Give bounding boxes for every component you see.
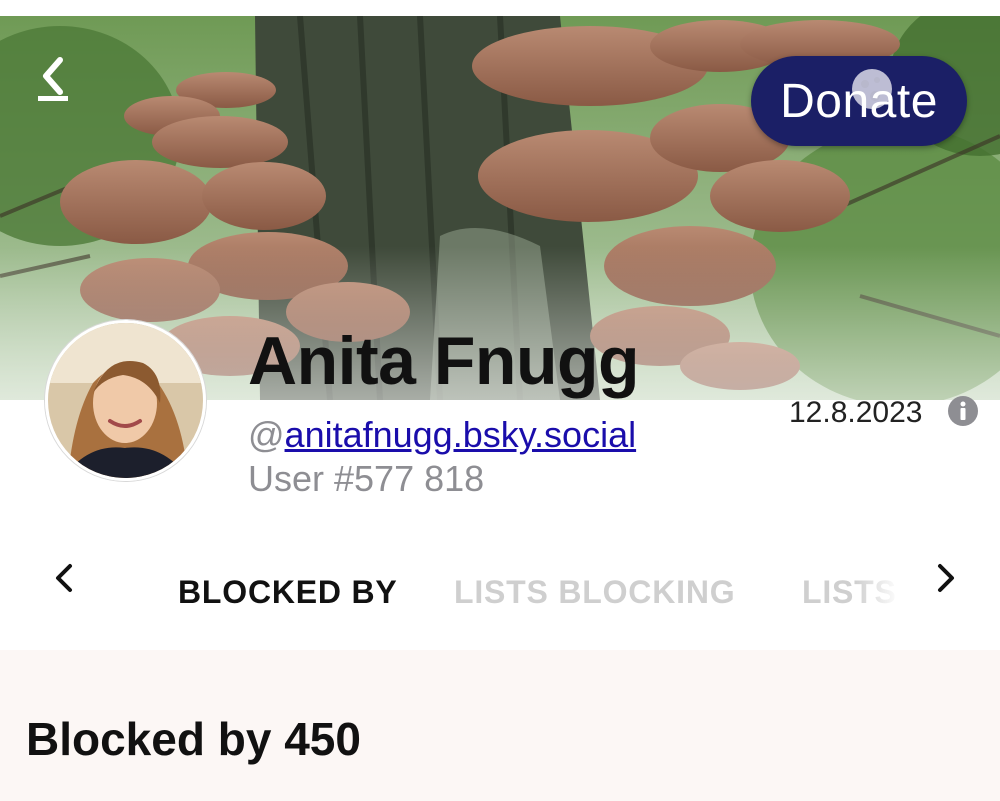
join-date: 12.8.2023 — [789, 396, 923, 429]
tabs-viewport: BLOCKED BY LISTS BLOCKING LISTS — [108, 540, 898, 620]
handle-prefix: @ — [248, 414, 285, 455]
handle-link[interactable]: anitafnugg.bsky.social — [285, 414, 637, 455]
info-icon[interactable] — [947, 395, 979, 427]
top-bar — [0, 0, 1000, 16]
avatar — [45, 320, 206, 481]
tabs-next-button[interactable] — [930, 558, 960, 598]
tabs-prev-button[interactable] — [50, 558, 80, 598]
tabs-fade-left — [108, 540, 148, 620]
user-number: User #577 818 — [248, 458, 485, 499]
chevron-left-icon — [56, 564, 72, 592]
tab-lists-blocking[interactable]: LISTS BLOCKING — [454, 574, 735, 611]
display-name: Anita Fnugg — [248, 323, 640, 399]
donate-label: Donate — [780, 74, 938, 128]
blocked-by-section: Blocked by 450 — [0, 650, 1000, 801]
tabs-fade-right — [855, 540, 900, 620]
chevron-left-icon — [38, 57, 68, 101]
tab-blocked-by[interactable]: BLOCKED BY — [178, 574, 398, 611]
section-title: Blocked by 450 — [26, 713, 361, 765]
back-button[interactable] — [34, 52, 74, 106]
handle: @anitafnugg.bsky.social — [248, 414, 636, 456]
donate-button[interactable]: Donate — [751, 56, 967, 146]
tabs-bar: BLOCKED BY LISTS BLOCKING LISTS — [0, 540, 1000, 620]
chevron-right-icon — [938, 564, 954, 592]
